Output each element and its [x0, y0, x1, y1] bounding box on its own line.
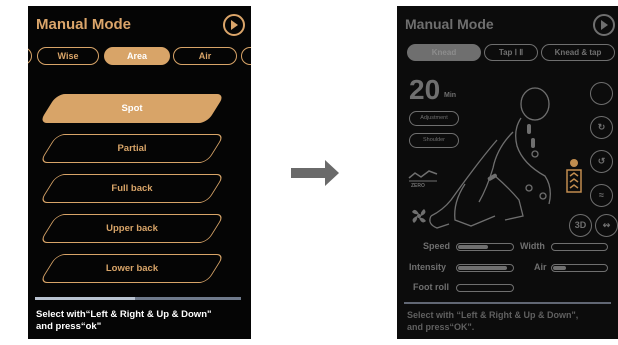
hint-line-2: and press“OK". — [407, 322, 475, 332]
tab-previous-partial[interactable] — [28, 47, 32, 65]
area-button-partial[interactable]: Partial — [38, 134, 226, 163]
area-button-label: Lower back — [105, 263, 159, 274]
zero-label: ZERO — [411, 183, 425, 189]
foot-roll-slider[interactable] — [456, 284, 514, 292]
tab-air[interactable]: Air — [173, 47, 237, 65]
width-label: Width — [520, 241, 545, 251]
area-button-label: Spot — [121, 103, 143, 114]
hint-line-1: Select with “Left & Right & Up & Down", — [407, 310, 579, 320]
area-button-upper-back[interactable]: Upper back — [38, 214, 226, 243]
play-icon[interactable] — [593, 14, 615, 36]
manual-mode-screen-right: Manual Mode Knead Tap Ⅰ Ⅱ Knead & tap 20… — [397, 6, 618, 339]
foot-roll-label: Foot roll — [413, 282, 449, 292]
speed-slider[interactable] — [456, 243, 514, 251]
width-slider[interactable] — [551, 243, 608, 251]
tab-wise[interactable]: Wise — [37, 47, 99, 65]
right-arrow-icon — [291, 160, 339, 186]
play-icon[interactable] — [223, 14, 245, 36]
area-button-label: Full back — [111, 183, 153, 194]
intensity-slider[interactable] — [456, 264, 514, 272]
heat-icon[interactable]: ↭ — [595, 214, 618, 237]
air-label: Air — [534, 262, 547, 272]
area-button-full-back[interactable]: Full back — [38, 174, 226, 203]
area-button-spot[interactable]: Spot — [38, 94, 226, 123]
massage-chair-illustration — [429, 87, 551, 229]
tab-knead[interactable]: Knead — [407, 44, 481, 61]
divider — [404, 302, 611, 304]
back-roller-icon[interactable]: ↺ — [590, 150, 613, 173]
body-position-icon[interactable] — [565, 158, 583, 194]
area-button-label: Upper back — [106, 223, 158, 234]
intensity-label: Intensity — [409, 262, 447, 272]
screen-title: Manual Mode — [405, 16, 494, 32]
speed-label: Speed — [423, 241, 451, 251]
3d-button[interactable]: 3D — [569, 214, 592, 237]
tab-knead-and-tap[interactable]: Knead & tap — [541, 44, 615, 61]
foot-massage-icon[interactable]: ≈ — [590, 184, 613, 207]
tab-tap[interactable]: Tap Ⅰ Ⅱ — [484, 44, 538, 61]
area-button-lower-back[interactable]: Lower back — [38, 254, 226, 283]
screen-title: Manual Mode — [36, 16, 132, 33]
area-button-label: Partial — [117, 143, 147, 154]
hint-line-2: and press“ok" — [36, 321, 102, 332]
body-scan-icon[interactable] — [590, 82, 613, 105]
air-slider[interactable] — [551, 264, 608, 272]
tab-next-partial[interactable] — [241, 47, 251, 65]
manual-mode-screen-left: Manual Mode Wise Area Air Spot Partial F… — [28, 6, 251, 339]
divider — [35, 297, 241, 300]
roller-icon[interactable]: ↻ — [590, 116, 613, 139]
hint-line-1: Select with“Left & Right & Up & Down" — [36, 309, 212, 320]
tab-area[interactable]: Area — [104, 47, 170, 65]
